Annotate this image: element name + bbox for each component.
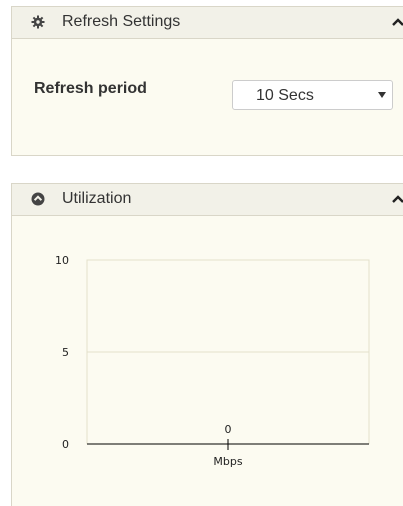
- refresh-period-value: 10 Secs: [256, 87, 314, 104]
- utilization-header[interactable]: Utilization: [12, 184, 403, 216]
- refresh-period-label: Refresh period: [34, 80, 147, 97]
- gear-icon: [31, 15, 45, 29]
- chevron-up-icon[interactable]: [391, 192, 403, 206]
- refresh-settings-panel: Refresh Settings Refresh period 10 Secs: [11, 6, 403, 156]
- y-tick-label: 5: [62, 346, 69, 359]
- x-tick-label: Mbps: [213, 455, 242, 468]
- caret-down-icon: [378, 92, 386, 98]
- data-label: 0: [225, 423, 232, 436]
- utilization-chart: 0 5 10 0 Mbps: [55, 254, 370, 468]
- page-root: Refresh Settings Refresh period 10 Secs …: [0, 0, 403, 506]
- y-tick-label: 10: [55, 254, 69, 267]
- utilization-title: Utilization: [62, 190, 132, 207]
- circle-arrow-up-icon: [31, 192, 45, 206]
- chevron-up-icon[interactable]: [391, 15, 403, 29]
- refresh-settings-header[interactable]: Refresh Settings: [12, 7, 403, 39]
- utilization-panel: Utilization 0 5 10 0 Mbps: [11, 183, 403, 506]
- y-tick-label: 0: [62, 438, 69, 451]
- refresh-settings-title: Refresh Settings: [62, 13, 181, 30]
- refresh-period-select[interactable]: 10 Secs: [232, 80, 393, 110]
